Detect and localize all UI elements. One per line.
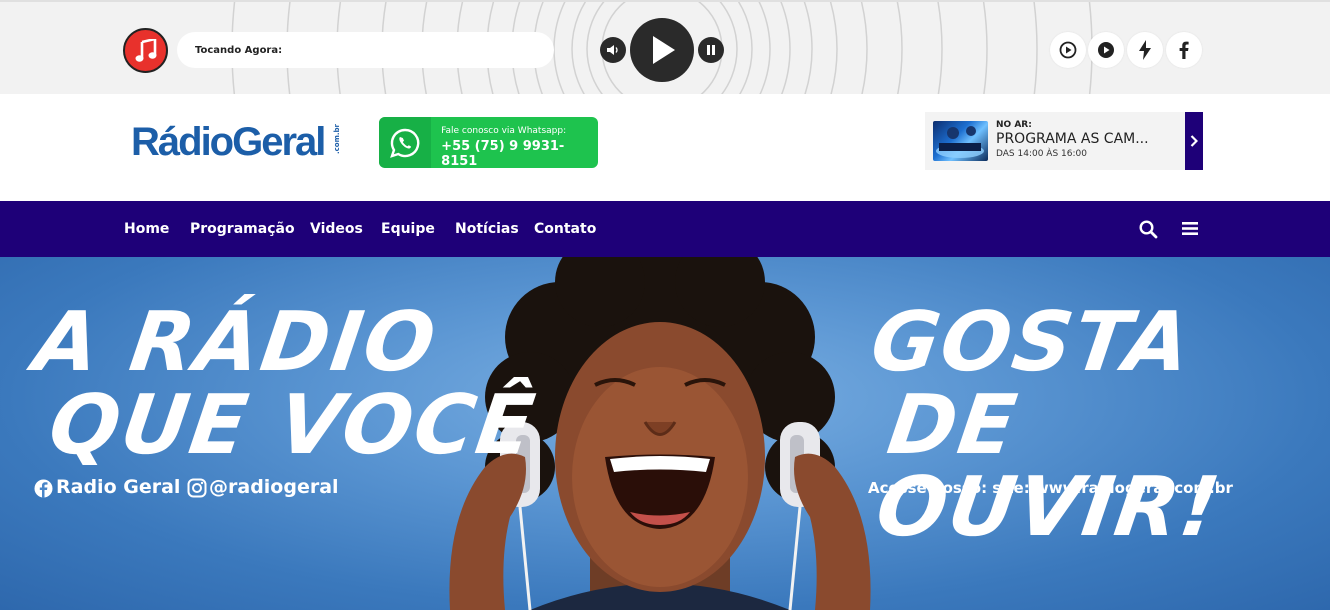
pause-icon [707,45,715,55]
whatsapp-label: Fale conosco via Whatsapp: [441,126,567,136]
on-air-label: NO AR: [996,120,1032,130]
play-circle-link[interactable] [1050,32,1086,68]
nav-item-videos[interactable]: Videos [310,221,363,237]
menu-icon[interactable] [1182,221,1198,236]
main-nav: Home Programação Videos Equipe Notícias … [0,201,1330,257]
site-header: RádioGeral .com.br Fale conosco via What… [0,94,1330,201]
logo-suffix: .com.br [333,124,341,155]
whatsapp-icon-box [379,117,432,168]
hero-instagram-handle: @radiogeral [209,476,339,498]
nav-item-programacao[interactable]: Programação [190,221,295,237]
on-air-schedule: DAS 14:00 ÀS 16:00 [996,149,1087,159]
now-playing-field: Tocando Agora: [177,32,554,68]
hero-headline-line-2: QUE VOCÊ [43,378,542,473]
lightning-link[interactable] [1127,32,1163,68]
volume-button[interactable] [600,37,626,63]
youtube-link[interactable] [1088,32,1124,68]
facebook-icon [34,479,53,498]
chevron-right-icon [1190,135,1198,147]
instagram-icon [187,478,207,498]
site-logo[interactable]: RádioGeral .com.br [131,114,341,170]
on-air-widget[interactable]: NO AR: PROGRAMA AS CAM... DAS 14:00 ÀS 1… [925,112,1203,170]
search-icon[interactable] [1139,220,1158,239]
music-icon [135,38,156,62]
hero-banner[interactable]: A RÁDIO QUE VOCÊ GOSTA DE OUVIR! Radio G… [0,257,1330,610]
player-bar: Tocando Agora: [0,0,1330,94]
program-image [936,126,984,158]
volume-icon [607,45,618,55]
nav-item-contato[interactable]: Contato [534,221,596,237]
on-air-program-title: PROGRAMA AS CAM... [996,131,1149,147]
music-app-icon [123,28,168,73]
whatsapp-contact-button[interactable]: Fale conosco via Whatsapp: +55 (75) 9 99… [379,117,598,168]
play-circle-icon [1059,41,1077,59]
play-icon [653,36,675,64]
nav-item-noticias[interactable]: Notícias [455,221,519,237]
on-air-next-button[interactable] [1185,112,1203,170]
nav-item-equipe[interactable]: Equipe [381,221,435,237]
facebook-icon [1179,41,1189,59]
hero-headline-line-3: GOSTA [865,295,1198,390]
play-button[interactable] [630,18,694,82]
whatsapp-icon [390,128,420,158]
facebook-link[interactable] [1166,32,1202,68]
nav-item-home[interactable]: Home [124,221,169,237]
logo-text: RádioGeral [131,120,326,164]
hero-site-text: Acesse nosso: site: www.radiogeral.com.b… [868,479,1233,497]
hero-headline-line-4: DE OUVIR! [870,378,1227,555]
lightning-icon [1139,40,1151,60]
hero-facebook-handle: Radio Geral [56,476,181,498]
now-playing-label: Tocando Agora: [195,44,283,56]
whatsapp-number: +55 (75) 9 9931-8151 [441,139,565,168]
pause-button[interactable] [698,37,724,63]
play-filled-icon [1098,42,1114,58]
hero-headline-line-1: A RÁDIO [28,295,443,390]
program-thumbnail [933,121,988,161]
